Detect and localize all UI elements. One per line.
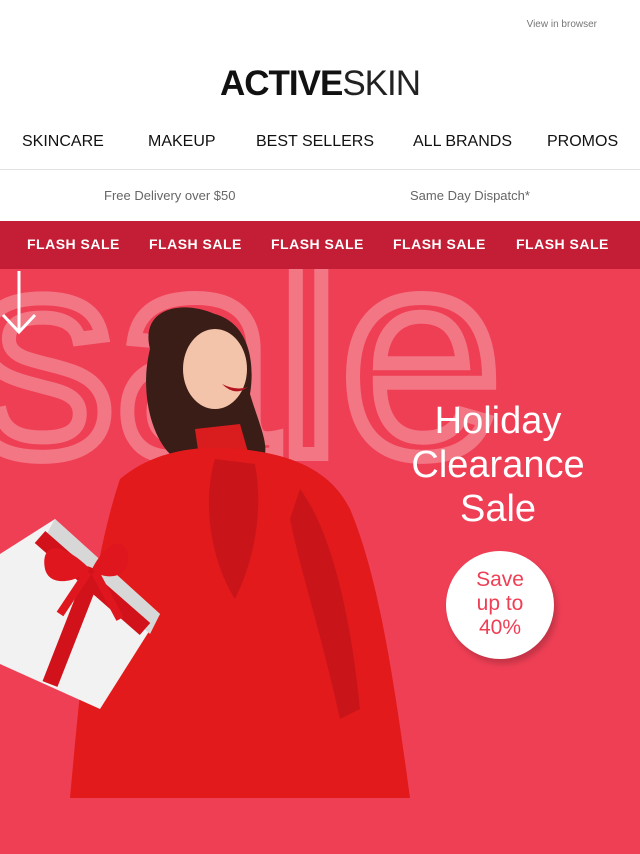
hero-title-line: Sale	[459, 488, 537, 530]
hero-title: Holiday Clearance Sale	[378, 399, 618, 531]
hero-title-line: Holiday	[434, 400, 562, 442]
hero-illustration: sale	[0, 269, 509, 798]
footer-color-band	[0, 798, 640, 854]
hero-banner[interactable]: sale Holiday Clearance Sale Save up to 4…	[0, 269, 640, 798]
flash-sale-label: FLASH SALE	[516, 236, 609, 252]
flash-sale-label: FLASH SALE	[271, 236, 364, 252]
usp-free-delivery: Free Delivery over $50	[104, 188, 236, 203]
nav-item-makeup[interactable]: MAKEUP	[148, 133, 216, 151]
logo-thin-text: SKIN	[342, 64, 421, 103]
activeskin-logo[interactable]: ACTIVESKIN	[0, 64, 640, 104]
flash-sale-label: FLASH SALE	[393, 236, 486, 252]
flash-sale-label: FLASH SALE	[27, 236, 120, 252]
nav-item-all-brands[interactable]: ALL BRANDS	[413, 133, 512, 151]
save-badge: Save up to 40%	[446, 551, 554, 659]
arrow-down-icon	[1, 271, 37, 335]
nav-item-promos[interactable]: PROMOS	[547, 133, 618, 151]
hero-title-line: Clearance	[411, 444, 585, 486]
flash-sale-banner[interactable]: FLASH SALE FLASH SALE FLASH SALE FLASH S…	[0, 221, 640, 269]
usp-same-day-dispatch: Same Day Dispatch*	[410, 188, 530, 203]
main-navigation: SKINCARE MAKEUP BEST SELLERS ALL BRANDS …	[0, 120, 640, 170]
logo-bold-text: ACTIVE	[219, 64, 343, 103]
badge-line: 40%	[478, 616, 522, 639]
badge-line: Save	[476, 568, 524, 591]
nav-item-skincare[interactable]: SKINCARE	[22, 133, 104, 151]
view-in-browser-link[interactable]: View in browser	[527, 19, 597, 30]
usp-bar: Free Delivery over $50 Same Day Dispatch…	[0, 171, 640, 221]
badge-line: up to	[476, 592, 524, 615]
flash-sale-label: FLASH SALE	[149, 236, 242, 252]
nav-item-best-sellers[interactable]: BEST SELLERS	[256, 133, 374, 151]
